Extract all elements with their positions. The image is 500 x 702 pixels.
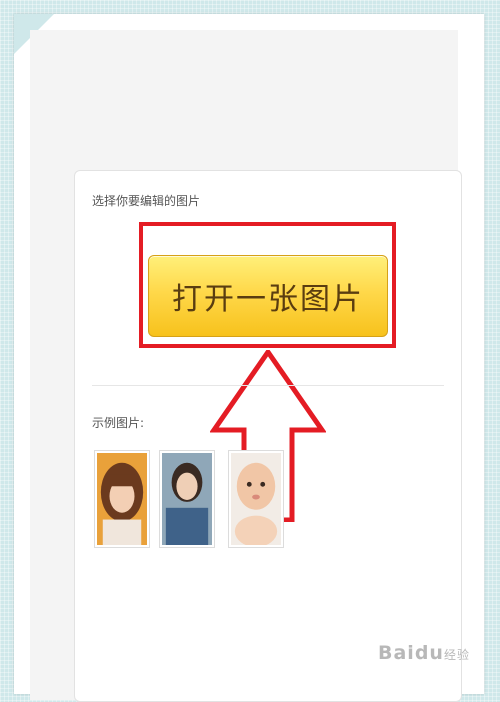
sample-girl-bangs-image [97,453,147,545]
sample-image-1[interactable] [94,450,150,548]
sample-baby-image [231,453,281,545]
baidu-watermark: Baidu经验 [378,642,470,664]
select-image-label: 选择你要编辑的图片 [92,194,201,208]
annotation-highlight-box [139,222,396,348]
sample-girl-selfie-image [162,453,212,545]
sample-images-label: 示例图片: [92,416,145,430]
sample-image-2[interactable] [159,450,215,548]
watermark-text: Baidu [378,642,444,664]
watermark-subtext: 经验 [443,648,470,662]
section-divider [92,385,444,386]
sample-image-3[interactable] [228,450,284,548]
